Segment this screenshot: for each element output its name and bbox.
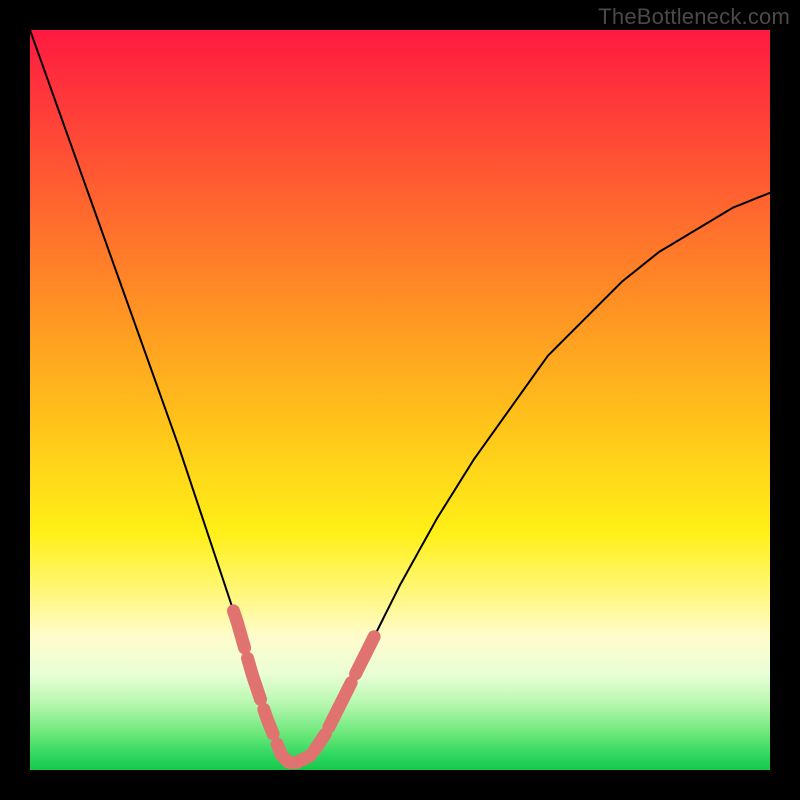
beads-left-3 [264, 709, 273, 734]
beads-right-1 [314, 734, 325, 751]
chart-frame: TheBottleneck.com [0, 0, 800, 800]
beads-right-3 [356, 637, 375, 674]
beads-bottom [277, 744, 310, 763]
bottleneck-curve [30, 30, 770, 763]
beads-left-2 [248, 658, 261, 699]
beads-right-2 [329, 683, 351, 727]
bead-markers [234, 611, 375, 763]
beads-left-1 [234, 611, 245, 648]
watermark-text: TheBottleneck.com [598, 4, 790, 30]
curve-layer [30, 30, 770, 770]
plot-area [30, 30, 770, 770]
